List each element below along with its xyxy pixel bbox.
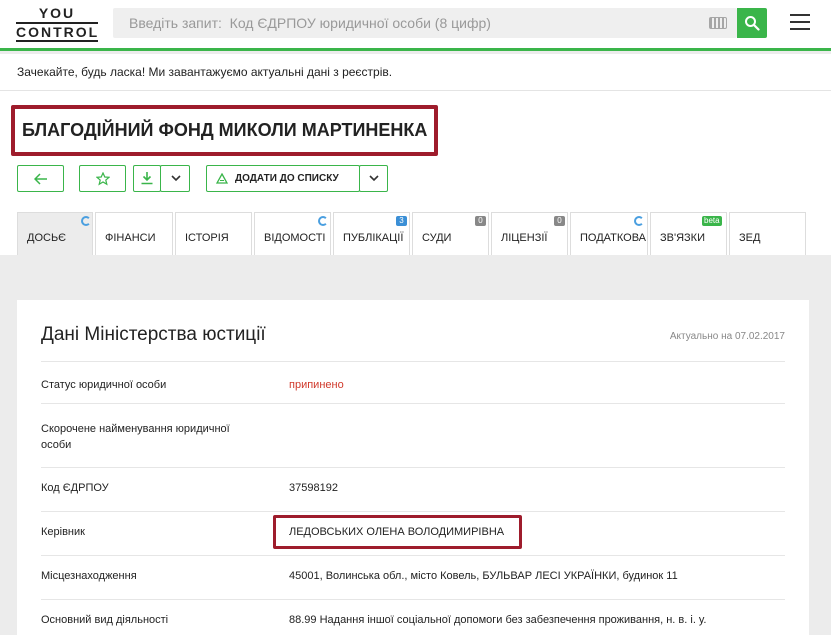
row-label: Скорочене найменування юридичної особи: [41, 423, 230, 451]
logo-line-top: YOU: [38, 5, 76, 21]
row-label: Керівник: [41, 526, 85, 538]
tab-label: ІСТОРІЯ: [185, 232, 229, 244]
list-triangle-icon: [216, 173, 228, 184]
tab-label: ЛІЦЕНЗІЇ: [501, 232, 548, 244]
tab-label: ЗЕД: [739, 232, 761, 244]
youcontrol-logo[interactable]: YOU CONTROL: [16, 6, 98, 42]
company-header: БЛАГОДІЙНИЙ ФОНД МИКОЛИ МАРТИНЕНКА ДОДАТ…: [0, 91, 831, 255]
row-label: Статус юридичної особи: [41, 379, 167, 391]
row-label: Місцезнаходження: [41, 570, 137, 582]
add-to-list-dropdown-button[interactable]: [359, 165, 388, 192]
tab-label: СУДИ: [422, 232, 452, 244]
add-to-list-button[interactable]: ДОДАТИ ДО СПИСКУ: [206, 165, 360, 192]
tab-label: ПУБЛІКАЦІЇ: [343, 232, 404, 244]
top-header: YOU CONTROL: [0, 0, 831, 51]
address-value: 45001, Волинська обл., місто Ковель, БУЛ…: [289, 570, 678, 582]
tab-label: ЗВ'ЯЗКИ: [660, 232, 705, 244]
activity-value: 88.99 Надання іншої соціальної допомоги …: [289, 614, 707, 626]
back-button[interactable]: [17, 165, 64, 192]
status-value: припинено: [289, 379, 344, 391]
loading-notice: Зачекайте, будь ласка! Ми завантажуємо а…: [0, 54, 831, 91]
sync-icon: [318, 216, 328, 226]
download-icon: [141, 172, 153, 185]
ministry-of-justice-card: Дані Міністерства юстиції Актуально на 0…: [17, 300, 809, 635]
beta-badge: beta: [702, 216, 722, 226]
tab-finance[interactable]: ФІНАНСИ: [95, 212, 173, 255]
tab-connections[interactable]: ЗВ'ЯЗКИ beta: [650, 212, 727, 255]
status-row: Статус юридичної особи припинено: [41, 361, 785, 403]
favorite-button[interactable]: [79, 165, 126, 192]
courts-count-badge: 0: [475, 216, 486, 226]
search-icon: [745, 16, 760, 31]
chevron-down-icon: [171, 175, 181, 182]
tab-tax[interactable]: ПОДАТКОВА: [570, 212, 648, 255]
search-input[interactable]: [113, 8, 737, 38]
card-updated-date: Актуально на 07.02.2017: [669, 331, 785, 342]
tab-label: ДОСЬЄ: [27, 232, 67, 244]
star-icon: [96, 172, 110, 186]
edrpou-row: Код ЄДРПОУ 37598192: [41, 467, 785, 511]
row-label: Код ЄДРПОУ: [41, 482, 109, 494]
tab-label: ПОДАТКОВА: [580, 232, 647, 244]
edrpou-value: 37598192: [289, 482, 338, 494]
short-name-row: Скорочене найменування юридичної особи: [41, 403, 785, 467]
keyboard-icon[interactable]: [709, 17, 727, 29]
tab-foreign-trade[interactable]: ЗЕД: [729, 212, 806, 255]
tab-label: ВІДОМОСТІ: [264, 232, 326, 244]
tab-records[interactable]: ВІДОМОСТІ: [254, 212, 331, 255]
add-to-list-label: ДОДАТИ ДО СПИСКУ: [235, 173, 339, 184]
tab-licenses[interactable]: ЛІЦЕНЗІЇ 0: [491, 212, 568, 255]
sync-icon: [634, 216, 644, 226]
director-highlight-box: [273, 515, 522, 549]
activity-row: Основний вид діяльності 88.99 Надання ін…: [41, 599, 785, 635]
arrow-left-icon: [34, 173, 47, 185]
publications-count-badge: 3: [396, 216, 407, 226]
licenses-count-badge: 0: [554, 216, 565, 226]
sync-icon: [81, 216, 91, 226]
tab-dossier[interactable]: ДОСЬЄ: [17, 212, 93, 255]
card-title: Дані Міністерства юстиції: [41, 324, 266, 345]
tab-history[interactable]: ІСТОРІЯ: [175, 212, 252, 255]
search-button[interactable]: [737, 8, 767, 38]
row-label: Основний вид діяльності: [41, 614, 169, 626]
download-dropdown-button[interactable]: [160, 165, 190, 192]
address-row: Місцезнаходження 45001, Волинська обл., …: [41, 555, 785, 599]
company-name: БЛАГОДІЙНИЙ ФОНД МИКОЛИ МАРТИНЕНКА: [11, 105, 439, 156]
tab-publications[interactable]: ПУБЛІКАЦІЇ 3: [333, 212, 410, 255]
logo-line-bottom: CONTROL: [16, 22, 100, 42]
search-box: [113, 8, 737, 38]
download-button[interactable]: [133, 165, 161, 192]
tab-courts[interactable]: СУДИ 0: [412, 212, 489, 255]
hamburger-menu-icon[interactable]: [790, 14, 810, 32]
chevron-down-icon: [369, 175, 379, 182]
tab-label: ФІНАНСИ: [105, 232, 156, 244]
